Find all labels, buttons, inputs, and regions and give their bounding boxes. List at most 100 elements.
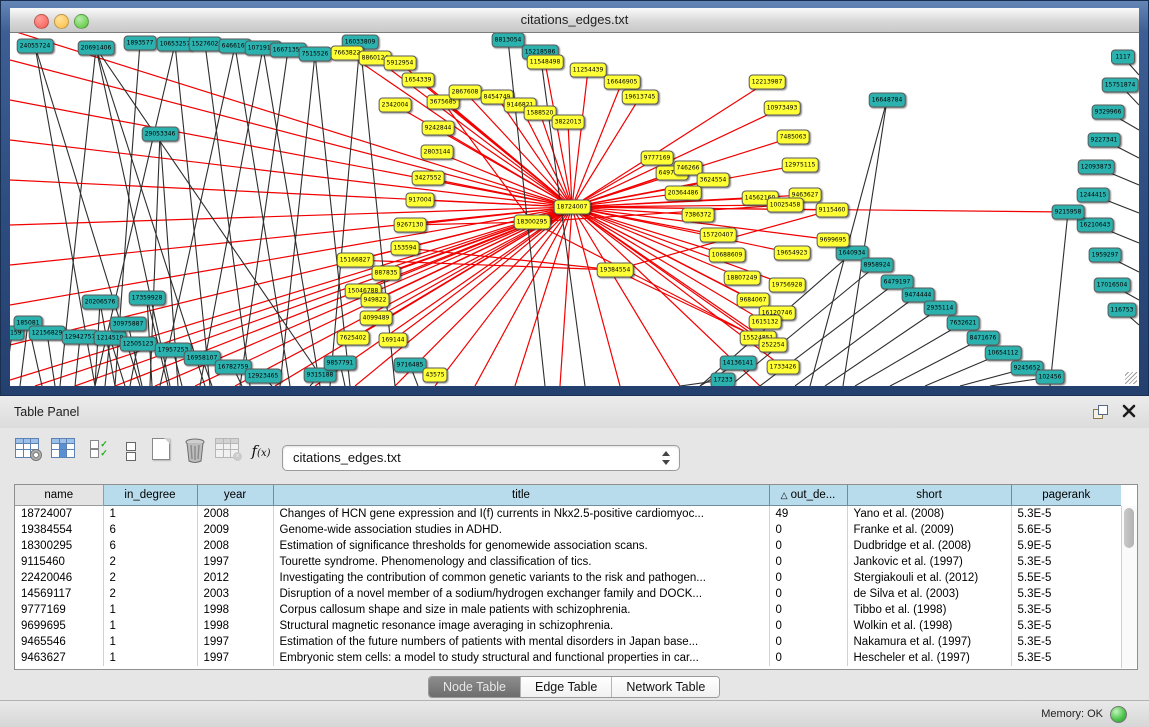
canvas-resize-grip[interactable] <box>1125 372 1137 384</box>
network-node[interactable]: 9857791 <box>324 356 357 371</box>
table-cell[interactable]: 0 <box>769 554 847 570</box>
table-cell[interactable]: 6 <box>103 538 197 554</box>
table-cell[interactable]: 0 <box>769 650 847 666</box>
column-header-pagerank[interactable]: pagerank <box>1011 485 1121 506</box>
table-cell[interactable]: Genome-wide association studies in ADHD. <box>273 522 769 538</box>
network-node[interactable]: 102456 <box>1036 370 1065 385</box>
table-cell[interactable]: 19384554 <box>15 522 103 538</box>
column-header-title[interactable]: title <box>273 485 769 506</box>
table-cell[interactable]: Tourette syndrome. Phenomenology and cla… <box>273 554 769 570</box>
table-scrollbar[interactable] <box>1121 506 1137 668</box>
table-cell[interactable]: 2009 <box>197 522 273 538</box>
network-node[interactable]: 20691406 <box>78 41 115 56</box>
table-cell[interactable]: Disruption of a novel member of a sodium… <box>273 586 769 602</box>
network-node[interactable]: 7485063 <box>777 130 810 145</box>
new-column-icon[interactable] <box>146 438 176 470</box>
table-cell[interactable]: Nakamura et al. (1997) <box>847 634 1011 650</box>
network-node[interactable]: 1117 <box>1111 50 1135 65</box>
network-node[interactable]: 2803144 <box>421 145 454 160</box>
table-cell[interactable]: 1 <box>103 650 197 666</box>
column-header-year[interactable]: year <box>197 485 273 506</box>
network-node[interactable]: 3427552 <box>412 171 445 186</box>
network-node[interactable]: 15751874 <box>1102 78 1139 93</box>
table-cell[interactable]: 0 <box>769 538 847 554</box>
float-panel-icon[interactable] <box>1093 405 1107 419</box>
table-cell[interactable]: Changes of HCN gene expression and I(f) … <box>273 506 769 523</box>
table-cell[interactable]: 1 <box>103 602 197 618</box>
network-node[interactable]: 18300295 <box>514 215 551 230</box>
table-cell[interactable]: 0 <box>769 586 847 602</box>
network-node[interactable]: 917004 <box>406 193 435 208</box>
network-node[interactable]: 16648784 <box>869 93 906 108</box>
table-scrollbar-thumb[interactable] <box>1124 508 1134 548</box>
table-cell[interactable]: 1998 <box>197 618 273 634</box>
network-node[interactable]: 19613745 <box>622 90 659 105</box>
network-node[interactable]: 2342004 <box>379 98 412 113</box>
table-cell[interactable]: 2 <box>103 554 197 570</box>
network-node[interactable]: 7386372 <box>682 208 715 223</box>
network-node[interactable]: 1527602 <box>189 37 222 52</box>
network-node[interactable]: 9242844 <box>422 121 455 136</box>
network-node[interactable]: 9227341 <box>1088 133 1121 148</box>
table-cell[interactable]: Franke et al. (2009) <box>847 522 1011 538</box>
network-node[interactable]: 9267130 <box>394 218 427 233</box>
table-cell[interactable]: 2 <box>103 586 197 602</box>
network-node[interactable]: 12975115 <box>782 158 819 173</box>
network-node[interactable]: 17359928 <box>129 291 166 306</box>
network-node[interactable]: 16646905 <box>604 75 641 90</box>
table-cell[interactable]: 5.3E-5 <box>1011 618 1121 634</box>
table-row[interactable]: 1872400712008Changes of HCN gene express… <box>15 506 1121 523</box>
delete-column-icon[interactable] <box>180 437 210 469</box>
network-node[interactable]: 10973493 <box>764 101 801 116</box>
table-cell[interactable]: 2008 <box>197 538 273 554</box>
table-cell[interactable]: de Silva et al. (2003) <box>847 586 1011 602</box>
network-node[interactable]: 1893577 <box>124 36 157 51</box>
network-node[interactable]: 11548498 <box>527 55 564 70</box>
table-cell[interactable]: Structural magnetic resonance image aver… <box>273 618 769 634</box>
network-node[interactable]: 116753 <box>1108 303 1137 318</box>
tab-network-table[interactable]: Network Table <box>612 677 719 697</box>
table-cell[interactable]: Wolkin et al. (1998) <box>847 618 1011 634</box>
table-cell[interactable]: 6 <box>103 522 197 538</box>
network-hub-node[interactable]: 18724007 <box>554 200 591 215</box>
table-cell[interactable]: Yano et al. (2008) <box>847 506 1011 523</box>
network-node[interactable]: 1244415 <box>1077 188 1110 203</box>
table-cell[interactable]: 1 <box>103 634 197 650</box>
network-node[interactable]: 10688609 <box>709 248 746 263</box>
table-cell[interactable]: 9115460 <box>15 554 103 570</box>
memory-status-led[interactable] <box>1110 706 1127 723</box>
table-row[interactable]: 969969511998Structural magnetic resonanc… <box>15 618 1121 634</box>
table-cell[interactable]: 1998 <box>197 602 273 618</box>
network-node[interactable]: 12093873 <box>1078 160 1115 175</box>
network-node[interactable]: 20364486 <box>665 186 702 201</box>
table-cell[interactable]: 5.3E-5 <box>1011 506 1121 523</box>
network-node[interactable]: 19384554 <box>597 263 634 278</box>
network-node[interactable]: 43575 <box>422 368 447 383</box>
table-cell[interactable]: Tibbo et al. (1998) <box>847 602 1011 618</box>
network-node[interactable]: 10025458 <box>767 198 804 213</box>
network-window-frame[interactable]: citations_edges.txt 24055724206914061893… <box>0 0 1149 396</box>
table-row[interactable]: 911546021997Tourette syndrome. Phenomeno… <box>15 554 1121 570</box>
table-cell[interactable]: Stergiakouli et al. (2012) <box>847 570 1011 586</box>
table-cell[interactable]: Hescheler et al. (1997) <box>847 650 1011 666</box>
network-node[interactable]: 12213987 <box>749 75 786 90</box>
network-node[interactable]: 11254439 <box>570 63 607 78</box>
table-row[interactable]: 946362711997Embryonic stem cells: a mode… <box>15 650 1121 666</box>
show-columns-icon[interactable] <box>48 438 78 470</box>
network-node[interactable]: 887835 <box>372 266 401 281</box>
table-cell[interactable]: 5.5E-5 <box>1011 570 1121 586</box>
network-node[interactable]: 18807249 <box>724 271 761 286</box>
function-builder-icon[interactable]: f(x) <box>246 442 276 474</box>
table-row[interactable]: 946554611997Estimation of the future num… <box>15 634 1121 650</box>
network-node[interactable]: 8471676 <box>967 331 1000 346</box>
table-cell[interactable]: Embryonic stem cells: a model to study s… <box>273 650 769 666</box>
close-panel-icon[interactable] <box>1121 403 1137 419</box>
table-cell[interactable]: Estimation of the future numbers of pati… <box>273 634 769 650</box>
table-cell[interactable]: 14569117 <box>15 586 103 602</box>
network-node[interactable]: 19756928 <box>769 278 806 293</box>
network-node[interactable]: 16210643 <box>1077 218 1114 233</box>
network-node[interactable]: 12923465 <box>245 369 282 384</box>
network-node[interactable]: 10654112 <box>985 346 1022 361</box>
network-node[interactable]: 2935114 <box>924 301 957 316</box>
network-node[interactable]: 1615132 <box>749 315 782 330</box>
